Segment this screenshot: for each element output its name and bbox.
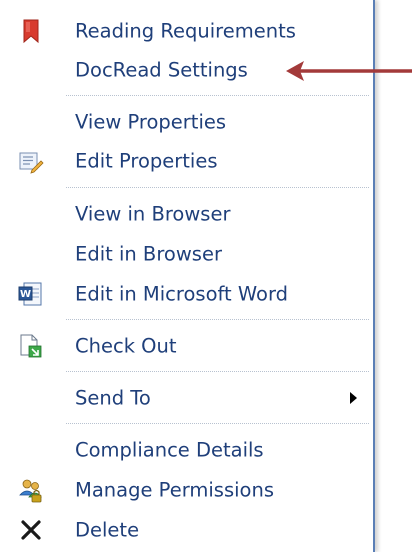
check-out-icon — [18, 333, 44, 359]
menu-item-label: Compliance Details — [75, 438, 264, 462]
menu-item-edit-in-word[interactable]: W Edit in Microsoft Word — [0, 275, 373, 313]
menu-item-label: Edit in Browser — [75, 242, 222, 266]
menu-item-label: View Properties — [75, 110, 227, 134]
menu-item-reading-requirements[interactable]: Reading Requirements — [0, 12, 373, 50]
menu-item-label: Edit Properties — [75, 149, 218, 173]
annotation-arrow-icon — [286, 61, 412, 81]
menu-separator — [66, 371, 369, 372]
menu-item-send-to[interactable]: Send To — [0, 379, 373, 417]
edit-properties-icon — [18, 148, 44, 174]
menu-item-label: Send To — [75, 386, 151, 410]
submenu-arrow-icon — [350, 392, 357, 404]
delete-icon — [18, 517, 44, 543]
menu-item-delete[interactable]: Delete — [0, 511, 373, 549]
menu-item-label: Check Out — [75, 334, 177, 358]
menu-item-edit-properties[interactable]: Edit Properties — [0, 142, 373, 180]
menu-item-label: Edit in Microsoft Word — [75, 282, 288, 306]
manage-permissions-icon — [18, 477, 44, 503]
menu-separator — [66, 319, 369, 320]
menu-item-label: Delete — [75, 518, 140, 542]
menu-separator — [66, 423, 369, 424]
menu-separator — [66, 95, 369, 96]
menu-item-compliance-details[interactable]: Compliance Details — [0, 431, 373, 469]
menu-item-label: DocRead Settings — [75, 58, 248, 82]
menu-item-label: Reading Requirements — [75, 19, 296, 43]
menu-item-manage-permissions[interactable]: Manage Permissions — [0, 471, 373, 509]
menu-item-view-in-browser[interactable]: View in Browser — [0, 195, 373, 233]
menu-item-label: Manage Permissions — [75, 478, 274, 502]
menu-item-check-out[interactable]: Check Out — [0, 327, 373, 365]
menu-item-view-properties[interactable]: View Properties — [0, 103, 373, 141]
menu-item-edit-in-browser[interactable]: Edit in Browser — [0, 235, 373, 273]
menu-separator — [66, 187, 369, 188]
svg-text:W: W — [20, 289, 31, 300]
word-document-icon: W — [18, 281, 44, 307]
bookmark-icon — [18, 18, 44, 44]
menu-item-label: View in Browser — [75, 202, 231, 226]
